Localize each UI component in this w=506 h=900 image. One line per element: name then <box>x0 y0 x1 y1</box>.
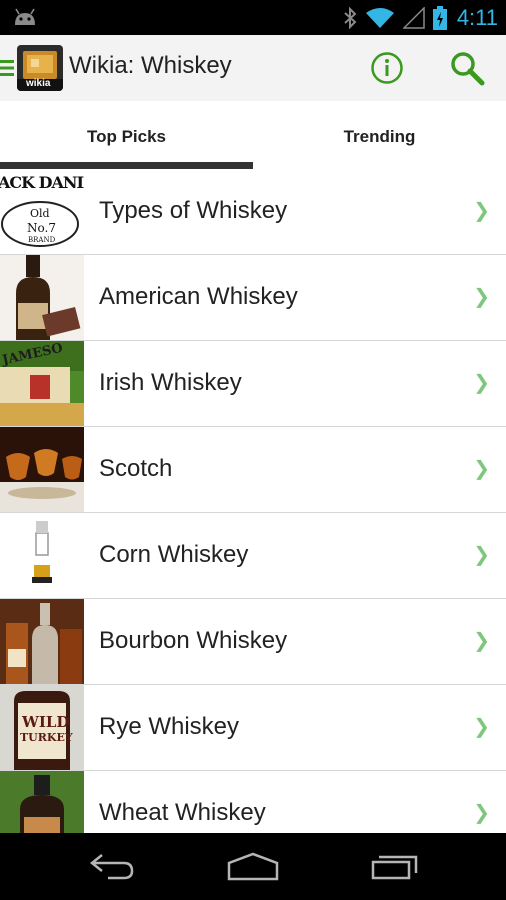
battery-charging-icon <box>432 6 447 30</box>
android-icon <box>15 8 35 25</box>
tab-top-picks[interactable]: Top Picks <box>0 101 253 167</box>
drawer-menu-icon[interactable] <box>0 59 14 77</box>
chevron-right-icon: ❯ <box>473 802 490 824</box>
chevron-right-icon: ❯ <box>473 716 490 738</box>
list-item-scotch[interactable]: Scotch ❯ <box>0 427 506 513</box>
status-bar: 4:11 <box>0 0 506 35</box>
recent-apps-icon[interactable] <box>370 851 420 881</box>
thumb-text: ACK DANIEL <box>0 173 84 192</box>
list-item-types-of-whiskey[interactable]: ACK DANIEL Old No.7 BRAND Types of Whisk… <box>0 169 506 255</box>
thumb-text: No.7 <box>27 221 56 235</box>
chevron-right-icon: ❯ <box>473 200 490 222</box>
thumbnail-wheat-whiskey <box>0 771 84 833</box>
thumb-text: Old <box>30 207 50 220</box>
thumb-text: BRAND <box>28 236 56 244</box>
search-icon[interactable] <box>449 50 485 86</box>
list-item-label: Types of Whiskey <box>99 197 288 224</box>
thumbnail-bourbon <box>0 599 84 684</box>
clock: 4:11 <box>456 5 498 30</box>
chevron-right-icon: ❯ <box>473 286 490 308</box>
list-item-label: Scotch <box>99 455 173 482</box>
list-item-rye-whiskey[interactable]: WILD TURKEY Rye Whiskey ❯ <box>0 685 506 771</box>
chevron-right-icon: ❯ <box>473 544 490 566</box>
list-item-bourbon-whiskey[interactable]: Bourbon Whiskey ❯ <box>0 599 506 685</box>
chevron-right-icon: ❯ <box>473 372 490 394</box>
logo-text: wikia <box>26 78 51 89</box>
thumbnail-scotch <box>0 427 84 512</box>
app-logo[interactable]: wikia <box>17 45 63 91</box>
thumb-text: TURKEY <box>20 731 73 744</box>
tab-trending[interactable]: Trending <box>253 101 506 167</box>
thumb-text: WILD <box>22 713 70 731</box>
chevron-right-icon: ❯ <box>473 630 490 652</box>
thumbnail-jack-daniels: ACK DANIEL Old No.7 BRAND <box>0 169 84 254</box>
thumbnail-wild-turkey: WILD TURKEY <box>0 685 84 770</box>
system-navigation-bar <box>0 833 506 900</box>
info-icon[interactable] <box>370 51 404 85</box>
list-item-label: Bourbon Whiskey <box>99 627 288 654</box>
tab-bar: Top Picks Trending <box>0 101 506 171</box>
home-icon[interactable] <box>226 851 280 881</box>
action-bar: wikia Wikia: Whiskey <box>0 35 506 102</box>
thumbnail-american-whiskey <box>0 255 84 340</box>
wifi-icon <box>365 8 394 28</box>
list-item-label: Rye Whiskey <box>99 713 240 740</box>
category-list: ACK DANIEL Old No.7 BRAND Types of Whisk… <box>0 169 506 833</box>
list-item-label: Irish Whiskey <box>99 369 242 396</box>
thumbnail-jameson: JAMESO <box>0 341 84 426</box>
page-title: Wikia: Whiskey <box>69 52 232 79</box>
list-item-american-whiskey[interactable]: American Whiskey ❯ <box>0 255 506 341</box>
back-icon[interactable] <box>88 851 136 881</box>
list-item-irish-whiskey[interactable]: JAMESO Irish Whiskey ❯ <box>0 341 506 427</box>
thumbnail-corn-whiskey <box>0 513 84 598</box>
list-item-label: Corn Whiskey <box>99 541 249 568</box>
chevron-right-icon: ❯ <box>473 458 490 480</box>
signal-icon <box>402 7 425 29</box>
list-item-label: Wheat Whiskey <box>99 799 266 826</box>
list-item-wheat-whiskey[interactable]: Wheat Whiskey ❯ <box>0 771 506 833</box>
bluetooth-icon <box>344 7 357 29</box>
list-item-corn-whiskey[interactable]: Corn Whiskey ❯ <box>0 513 506 599</box>
list-item-label: American Whiskey <box>99 283 298 310</box>
